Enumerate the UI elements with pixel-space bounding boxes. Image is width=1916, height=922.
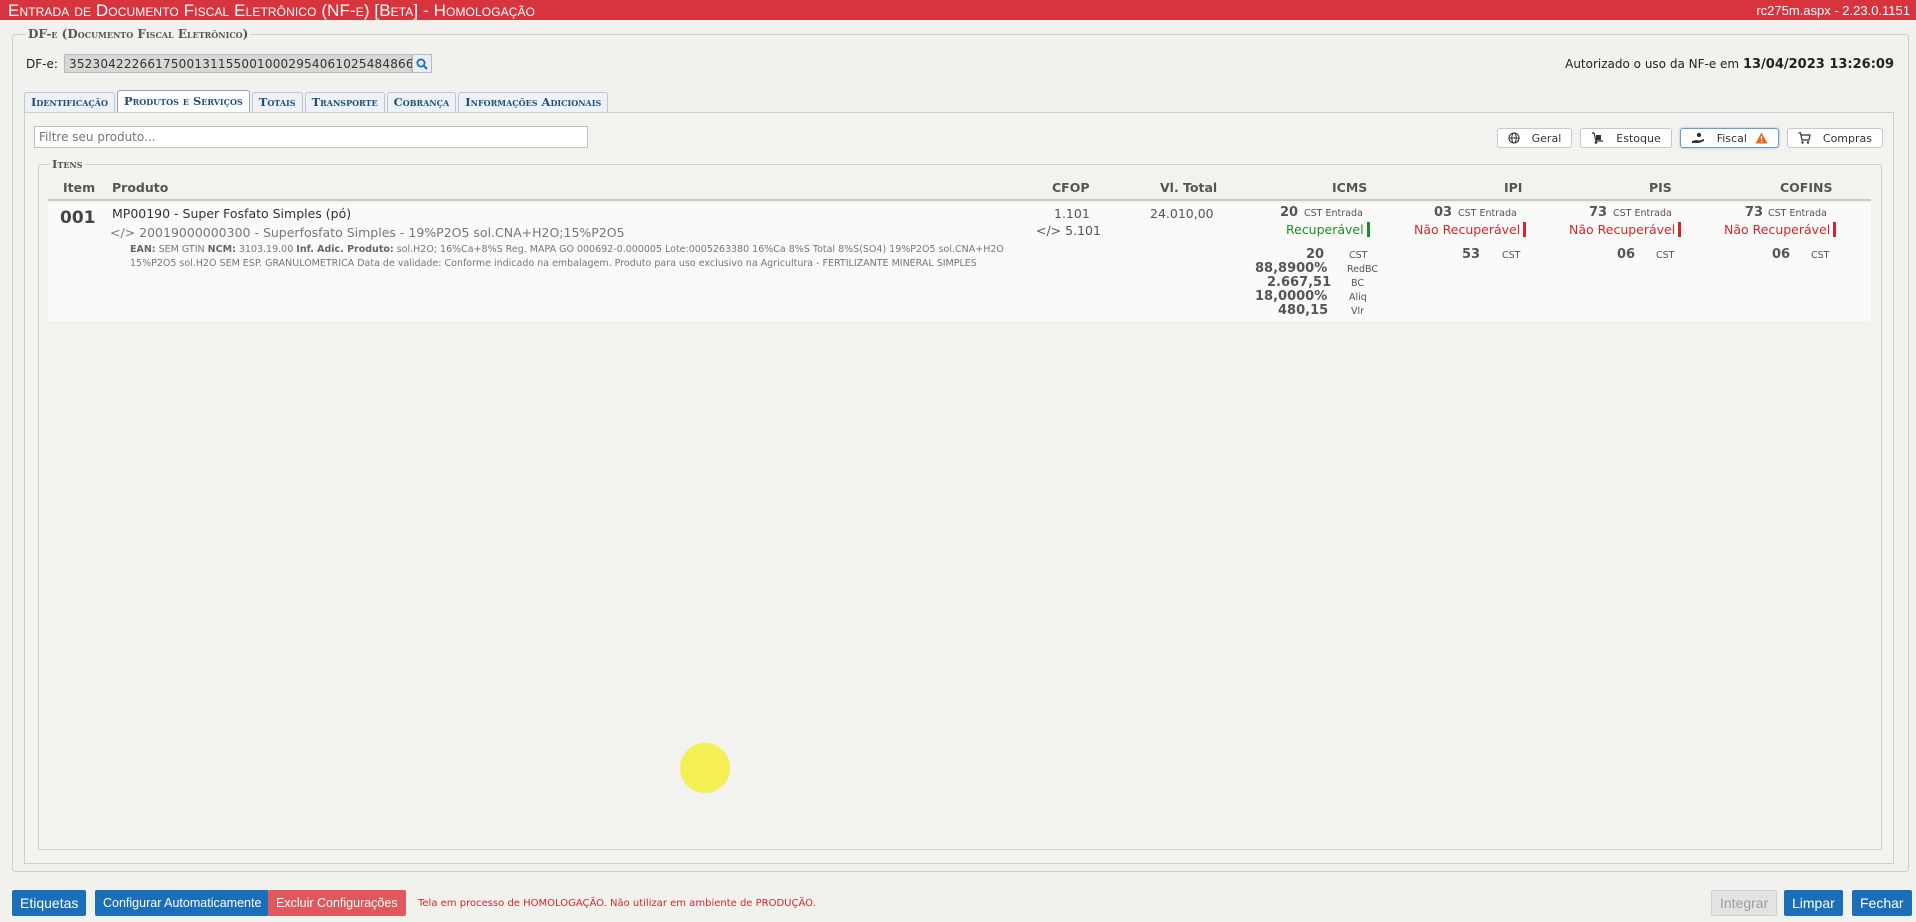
header-icms: ICMS bbox=[1332, 180, 1368, 195]
auth-date: 13/04/2023 13:26:09 bbox=[1742, 57, 1894, 72]
icms-aliq: 18,0000% bbox=[1255, 289, 1328, 304]
tab-cobranca[interactable]: Cobrança bbox=[386, 92, 457, 112]
icms-bc-label: BC bbox=[1351, 278, 1364, 289]
vl-total: 24.010,00 bbox=[1150, 206, 1214, 221]
cofins-cst-entrada: 73 bbox=[1745, 205, 1764, 220]
ipi-cst: 53 bbox=[1462, 247, 1481, 262]
globe-icon bbox=[1508, 132, 1520, 144]
hand-truck-icon bbox=[1592, 132, 1604, 144]
header-ipi: IPI bbox=[1504, 180, 1523, 195]
header-pis: PIS bbox=[1649, 180, 1672, 195]
cfop-origin-value: 5.101 bbox=[1065, 223, 1101, 238]
xml-code-icon: </> bbox=[1036, 223, 1062, 238]
icms-redbc-label: RedBC bbox=[1347, 264, 1379, 275]
cfop-entry: 1.101 bbox=[1054, 206, 1090, 221]
icms-cst-entrada: 20 bbox=[1280, 205, 1299, 220]
icms-cst-entrada-label: CST Entrada bbox=[1304, 208, 1363, 219]
table-row[interactable]: 001 MP00190 - Super Fosfato Simples (pó)… bbox=[48, 203, 1871, 321]
excluir-configuracoes-button[interactable]: Excluir Configurações bbox=[268, 890, 406, 916]
xml-code-icon: </> bbox=[110, 225, 136, 240]
dfe-label: DF-e: bbox=[26, 57, 58, 71]
view-geral-button[interactable]: Geral bbox=[1496, 128, 1573, 148]
icms-vlr-label: Vlr bbox=[1351, 306, 1365, 317]
search-icon bbox=[416, 58, 428, 70]
ncm-label: NCM: bbox=[207, 244, 236, 255]
dfe-legend: DF-e (Documento Fiscal Eletrônico) bbox=[26, 27, 251, 41]
integrar-button[interactable]: Integrar bbox=[1711, 890, 1778, 916]
supplier-code-desc: 20019000000300 - Superfosfato Simples - … bbox=[139, 225, 625, 240]
etiquetas-button[interactable]: Etiquetas bbox=[12, 890, 87, 916]
product-code-desc: MP00190 - Super Fosfato Simples (pó) bbox=[112, 206, 352, 221]
cart-icon bbox=[1798, 132, 1811, 144]
title-bar: Entrada de Documento Fiscal Eletrônico (… bbox=[0, 0, 1916, 20]
view-fiscal-button[interactable]: Fiscal bbox=[1679, 128, 1779, 148]
icms-status-badge: Recuperável bbox=[1286, 222, 1370, 237]
view-fiscal-label: Fiscal bbox=[1716, 131, 1747, 145]
product-filter-input[interactable] bbox=[34, 126, 588, 148]
pis-cst-entrada: 73 bbox=[1589, 205, 1608, 220]
inf-adic-label: Inf. Adic. Produto: bbox=[296, 244, 394, 255]
view-estoque-button[interactable]: Estoque bbox=[1580, 128, 1672, 148]
tab-informacoes-adicionais[interactable]: Informações Adicionais bbox=[458, 92, 609, 112]
pis-cst-label: CST bbox=[1656, 250, 1675, 261]
warning-icon bbox=[1755, 132, 1768, 144]
pis-cst-entrada-label: CST Entrada bbox=[1613, 208, 1672, 219]
ipi-cst-label: CST bbox=[1502, 250, 1521, 261]
icms-cst: 20 bbox=[1306, 247, 1325, 262]
view-compras-label: Compras bbox=[1822, 131, 1872, 145]
header-produto: Produto bbox=[112, 180, 169, 195]
header-cfop: CFOP bbox=[1052, 180, 1090, 195]
auth-text: Autorizado o uso da NF-e em bbox=[1565, 57, 1740, 71]
authorization-status: Autorizado o uso da NF-e em 13/04/2023 1… bbox=[1565, 57, 1894, 72]
search-button[interactable] bbox=[412, 54, 432, 73]
view-geral-label: Geral bbox=[1531, 131, 1562, 145]
ncm-value: 3103.19.00 bbox=[238, 244, 294, 255]
ipi-cst-entrada: 03 bbox=[1434, 205, 1453, 220]
items-table-header: Item Produto CFOP Vl. Total ICMS IPI PIS… bbox=[48, 178, 1871, 201]
header-vl-total: Vl. Total bbox=[1160, 180, 1218, 195]
limpar-button[interactable]: Limpar bbox=[1784, 890, 1843, 916]
tab-transporte[interactable]: Transporte bbox=[304, 92, 385, 112]
product-details: EAN: SEM GTIN NCM: 3103.19.00 Inf. Adic.… bbox=[130, 243, 1040, 271]
window-title: Entrada de Documento Fiscal Eletrônico (… bbox=[8, 1, 536, 20]
tab-identificacao[interactable]: Identificação bbox=[24, 92, 115, 112]
icms-redbc: 88,8900% bbox=[1255, 261, 1328, 276]
cfop-origin: </> 5.101 bbox=[1036, 223, 1101, 238]
version-label: rc275m.aspx - 2.23.0.1151 bbox=[1756, 3, 1910, 18]
items-legend: Itens bbox=[50, 157, 85, 171]
dfe-key-input[interactable]: 3523042226617500131155001000295406102548… bbox=[64, 54, 414, 73]
pis-status-badge: Não Recuperável bbox=[1569, 222, 1682, 237]
icms-vlr: 480,15 bbox=[1278, 303, 1329, 318]
view-estoque-label: Estoque bbox=[1616, 131, 1661, 145]
cofins-cst: 06 bbox=[1772, 247, 1791, 262]
view-compras-button[interactable]: Compras bbox=[1786, 128, 1883, 148]
ean-label: EAN: bbox=[130, 244, 156, 255]
icms-bc: 2.667,51 bbox=[1267, 275, 1332, 290]
icms-cst-label: CST bbox=[1349, 250, 1368, 261]
supplier-product: </> 20019000000300 - Superfosfato Simple… bbox=[110, 225, 625, 240]
pis-cst: 06 bbox=[1617, 247, 1636, 262]
view-buttons: Geral Estoque Fiscal Compras bbox=[1496, 128, 1883, 148]
item-number: 001 bbox=[60, 208, 96, 228]
cofins-status-badge: Não Recuperável bbox=[1724, 222, 1837, 237]
tab-totais[interactable]: Totais bbox=[251, 92, 303, 112]
cofins-cst-label: CST bbox=[1811, 250, 1830, 261]
fechar-button[interactable]: Fechar bbox=[1852, 890, 1912, 916]
tab-bar: Identificação Produtos e Serviços Totais… bbox=[24, 90, 609, 112]
ipi-status-badge: Não Recuperável bbox=[1414, 222, 1527, 237]
configurar-automaticamente-button[interactable]: Configurar Automaticamente bbox=[95, 890, 270, 916]
header-item: Item bbox=[63, 180, 96, 195]
hand-coin-icon bbox=[1691, 132, 1704, 143]
cofins-cst-entrada-label: CST Entrada bbox=[1768, 208, 1827, 219]
header-cofins: COFINS bbox=[1780, 180, 1833, 195]
mouse-cursor-highlight bbox=[680, 743, 730, 793]
icms-aliq-label: Aliq bbox=[1349, 292, 1367, 303]
homologation-warning: Tela em processo de HOMOLOGAÇÃO. Não uti… bbox=[418, 898, 816, 909]
ean-value: SEM GTIN bbox=[158, 244, 205, 255]
tab-produtos-servicos[interactable]: Produtos e Serviços bbox=[116, 90, 250, 112]
ipi-cst-entrada-label: CST Entrada bbox=[1458, 208, 1517, 219]
